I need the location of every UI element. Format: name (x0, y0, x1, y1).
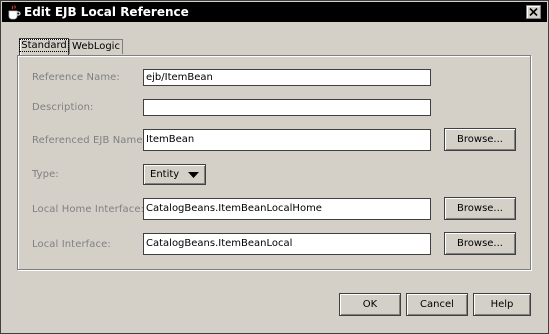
close-icon (529, 8, 538, 16)
description-field[interactable] (143, 99, 431, 116)
tab-standard-label: Standard (19, 39, 69, 52)
referenced-ejb-name-label: Referenced EJB Name: (32, 135, 147, 146)
cancel-button[interactable]: Cancel (406, 293, 468, 316)
edit-ejb-local-reference-dialog: Edit EJB Local Reference Standard WebLog… (0, 0, 549, 334)
title-bar[interactable]: Edit EJB Local Reference (2, 2, 547, 22)
type-select[interactable]: Entity (143, 164, 206, 185)
window-title: Edit EJB Local Reference (24, 5, 189, 19)
description-label: Description: (32, 102, 94, 113)
reference-name-field[interactable]: ejb/ItemBean (143, 69, 431, 86)
tab-weblogic-label: WebLogic (72, 41, 120, 52)
ok-button[interactable]: OK (339, 293, 401, 316)
dropdown-arrow-icon (188, 172, 199, 178)
browse-local-interface-button[interactable]: Browse... (444, 232, 516, 255)
help-button[interactable]: Help (473, 293, 531, 316)
local-home-interface-field[interactable]: CatalogBeans.ItemBeanLocalHome (143, 198, 431, 220)
tab-weblogic[interactable]: WebLogic (69, 39, 123, 54)
browse-ejb-name-button[interactable]: Browse... (444, 128, 516, 151)
local-interface-label: Local Interface: (32, 239, 111, 250)
local-home-interface-label: Local Home Interface: (32, 204, 145, 215)
browse-local-home-button[interactable]: Browse... (444, 197, 516, 220)
java-cup-icon (6, 4, 22, 20)
tab-standard[interactable]: Standard (19, 38, 69, 55)
type-select-value: Entity (150, 169, 180, 180)
close-button[interactable] (526, 5, 541, 19)
type-label: Type: (32, 169, 59, 180)
reference-name-label: Reference Name: (32, 72, 120, 83)
referenced-ejb-name-field[interactable]: ItemBean (143, 129, 431, 151)
local-interface-field[interactable]: CatalogBeans.ItemBeanLocal (143, 233, 431, 255)
